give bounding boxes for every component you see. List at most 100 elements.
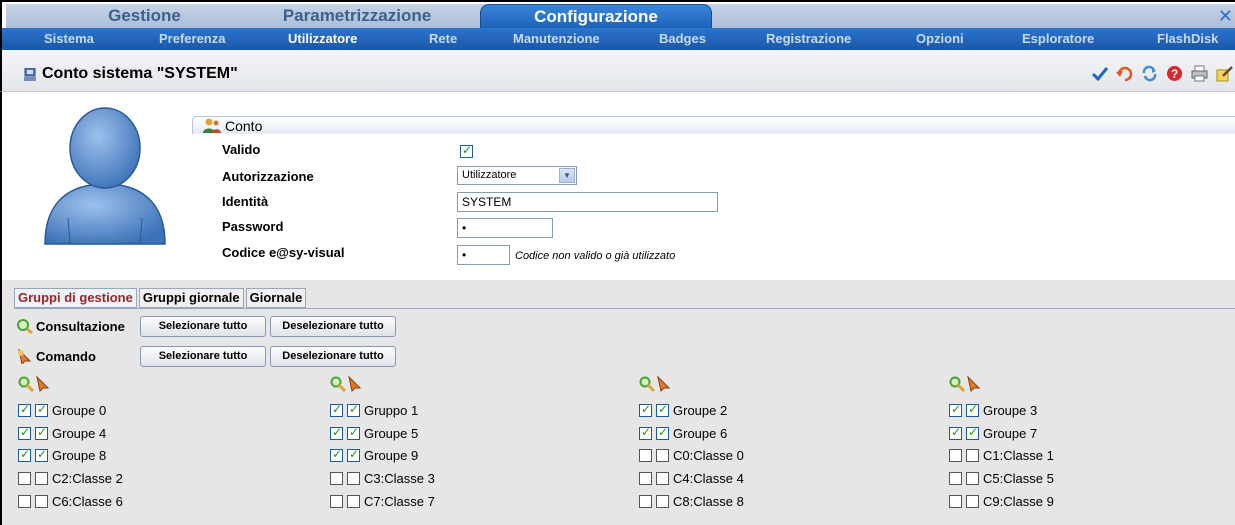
command-checkbox[interactable] [966, 402, 979, 417]
group-label: Groupe 9 [364, 448, 419, 463]
group-label: Groupe 0 [52, 403, 107, 418]
consult-checkbox[interactable] [18, 495, 31, 508]
comando-deselect-all-button[interactable]: Deselezionare tutto [270, 346, 396, 367]
command-checkbox[interactable] [35, 472, 48, 485]
valido-checkbox[interactable] [460, 143, 473, 158]
consultazione-deselect-all-button[interactable]: Deselezionare tutto [270, 316, 396, 337]
comando-row: Comando [16, 348, 96, 364]
autorizzazione-value: Utilizzatore [462, 169, 517, 181]
command-checkbox[interactable] [966, 449, 979, 462]
consult-checkbox[interactable] [18, 402, 31, 417]
group-row: C2:Classe 2 [18, 471, 123, 486]
print-icon[interactable] [1191, 65, 1208, 82]
tab-parametrizzazione[interactable]: Parametrizzazione [252, 4, 462, 30]
consult-checkbox[interactable] [949, 425, 962, 440]
tab-gestione[interactable]: Gestione [47, 4, 242, 30]
tab-configurazione[interactable]: Configurazione [480, 4, 712, 30]
check-icon[interactable] [1091, 65, 1108, 82]
command-checkbox[interactable] [656, 425, 669, 440]
consultazione-select-all-button[interactable]: Selezionare tutto [140, 316, 266, 337]
column-icons-1 [18, 376, 51, 392]
nav-preferenza[interactable]: Preferenza [159, 28, 225, 50]
comando-select-all-button[interactable]: Selezionare tutto [140, 346, 266, 367]
tab-giornale[interactable]: Giornale [245, 288, 307, 308]
codice-label: Codice e@sy-visual [222, 245, 345, 260]
consult-checkbox[interactable] [18, 425, 31, 440]
hand-pointer-icon [18, 348, 32, 364]
consult-checkbox[interactable] [949, 449, 962, 462]
group-label: C8:Classe 8 [673, 494, 744, 509]
command-checkbox[interactable] [35, 495, 48, 508]
bottom-tabs: Gruppi di gestione Gruppi giornale Giorn… [14, 288, 307, 308]
group-label: C4:Classe 4 [673, 471, 744, 486]
codice-hint: Codice non valido o già utilizzato [515, 250, 676, 262]
consult-checkbox[interactable] [639, 495, 652, 508]
nav-sistema[interactable]: Sistema [44, 28, 94, 50]
command-checkbox[interactable] [35, 402, 48, 417]
command-checkbox[interactable] [347, 425, 360, 440]
group-row: Groupe 6 [639, 425, 727, 441]
magnifier-icon [18, 376, 34, 392]
refresh-icon[interactable] [1141, 65, 1158, 82]
help-icon[interactable]: ? [1166, 65, 1183, 82]
command-checkbox[interactable] [347, 472, 360, 485]
nav-utilizzatore[interactable]: Utilizzatore [288, 28, 357, 50]
close-icon[interactable]: ✕ [1218, 6, 1233, 27]
consult-checkbox[interactable] [18, 447, 31, 462]
command-checkbox[interactable] [347, 495, 360, 508]
nav-esploratore[interactable]: Esploratore [1022, 28, 1094, 50]
command-checkbox[interactable] [347, 447, 360, 462]
command-checkbox[interactable] [656, 449, 669, 462]
consult-checkbox[interactable] [639, 449, 652, 462]
nav-registrazione[interactable]: Registrazione [766, 28, 851, 50]
command-checkbox[interactable] [966, 495, 979, 508]
nav-rete[interactable]: Rete [429, 28, 457, 50]
group-row: C0:Classe 0 [639, 448, 744, 463]
consult-checkbox[interactable] [330, 495, 343, 508]
command-checkbox[interactable] [35, 425, 48, 440]
edit-icon[interactable] [1216, 65, 1233, 82]
nav-opzioni[interactable]: Opzioni [916, 28, 964, 50]
password-field[interactable]: • [457, 218, 553, 238]
consult-checkbox[interactable] [949, 495, 962, 508]
consult-checkbox[interactable] [330, 425, 343, 440]
consult-checkbox[interactable] [18, 472, 31, 485]
chevron-down-icon[interactable]: ▼ [559, 168, 575, 183]
nav-manutenzione[interactable]: Manutenzione [513, 28, 600, 50]
section-conto: Conto [192, 116, 1235, 134]
undo-icon[interactable] [1116, 65, 1133, 82]
consult-checkbox[interactable] [330, 472, 343, 485]
title-bar: Conto sistema "SYSTEM" ? [0, 50, 1235, 92]
command-checkbox[interactable] [966, 472, 979, 485]
password-label: Password [222, 219, 284, 234]
group-row: Groupe 9 [330, 447, 419, 463]
command-checkbox[interactable] [656, 472, 669, 485]
nav-flashdisk[interactable]: FlashDisk [1157, 28, 1218, 50]
column-icons-4 [949, 376, 982, 392]
nav-badges[interactable]: Badges [659, 28, 706, 50]
consult-checkbox[interactable] [330, 402, 343, 417]
tab-gruppi-giornale[interactable]: Gruppi giornale [138, 288, 244, 308]
group-row: Groupe 2 [639, 402, 727, 418]
consult-checkbox[interactable] [639, 402, 652, 417]
consult-checkbox[interactable] [639, 425, 652, 440]
group-label: C1:Classe 1 [983, 448, 1054, 463]
command-checkbox[interactable] [656, 495, 669, 508]
consult-checkbox[interactable] [949, 402, 962, 417]
codice-field[interactable]: • [457, 245, 510, 265]
group-row: C1:Classe 1 [949, 448, 1054, 463]
consult-checkbox[interactable] [639, 472, 652, 485]
command-checkbox[interactable] [966, 425, 979, 440]
command-checkbox[interactable] [347, 402, 360, 417]
command-checkbox[interactable] [35, 447, 48, 462]
tab-gruppi-di-gestione[interactable]: Gruppi di gestione [14, 288, 137, 308]
identita-field[interactable]: SYSTEM [457, 192, 718, 212]
autorizzazione-select[interactable]: Utilizzatore ▼ [457, 166, 577, 185]
svg-text:?: ? [1171, 67, 1178, 81]
command-checkbox[interactable] [656, 402, 669, 417]
consult-checkbox[interactable] [330, 447, 343, 462]
consult-checkbox[interactable] [949, 472, 962, 485]
group-row: C9:Classe 9 [949, 494, 1054, 509]
group-label: C6:Classe 6 [52, 494, 123, 509]
valido-label: Valido [222, 142, 261, 157]
